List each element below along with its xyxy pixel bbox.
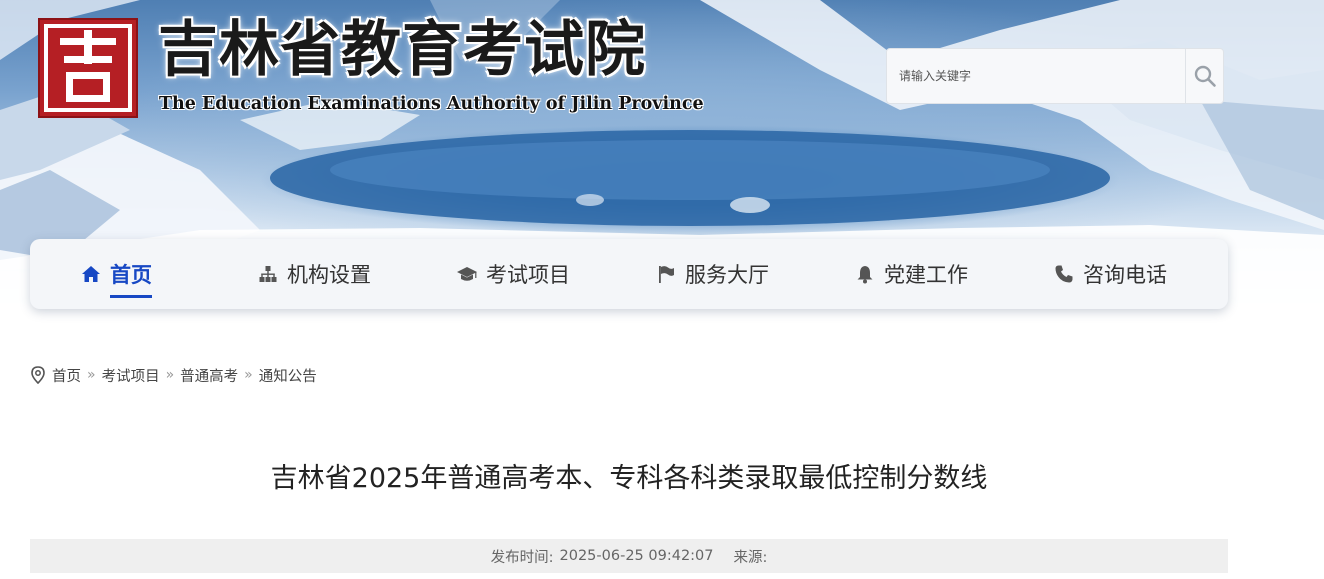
site-subtitle: The Education Examinations Authority of …: [159, 94, 704, 114]
breadcrumb-home[interactable]: 首页: [52, 365, 81, 386]
nav-item-label: 机构设置: [287, 263, 371, 287]
nav-item-organization[interactable]: 机构设置: [257, 239, 371, 309]
nav-item-party-building[interactable]: 党建工作: [854, 239, 968, 309]
logo-seal-icon: [44, 24, 132, 112]
breadcrumb-separator: »: [244, 367, 253, 383]
search-button[interactable]: [1185, 49, 1223, 103]
home-icon: [80, 263, 102, 285]
breadcrumb-exams[interactable]: 考试项目: [102, 365, 160, 386]
location-pin-icon: [30, 366, 46, 384]
nav-item-hotline[interactable]: 咨询电话: [1053, 239, 1167, 309]
logo-seal[interactable]: [38, 18, 138, 118]
phone-icon: [1053, 263, 1075, 285]
bell-icon: [854, 263, 876, 285]
nav-item-label: 咨询电话: [1083, 263, 1167, 287]
sitemap-icon: [257, 263, 279, 285]
nav-item-label: 考试项目: [486, 263, 570, 287]
publish-time: 2025-06-25 09:42:07: [559, 548, 714, 564]
breadcrumb-notices[interactable]: 通知公告: [259, 365, 317, 386]
article-meta: 发布时间: 2025-06-25 09:42:07 来源:: [30, 539, 1228, 573]
nav-item-label: 党建工作: [884, 263, 968, 287]
nav-item-service-hall[interactable]: 服务大厅: [655, 239, 769, 309]
breadcrumb: 首页 » 考试项目 » 普通高考 » 通知公告: [30, 364, 317, 386]
graduation-cap-icon: [456, 263, 478, 285]
nav-item-exams[interactable]: 考试项目: [456, 239, 570, 309]
flag-icon: [655, 263, 677, 285]
search-icon: [1194, 65, 1216, 87]
nav-item-label: 服务大厅: [685, 263, 769, 287]
source-label: 来源:: [733, 549, 768, 566]
main-nav: 首页 机构设置 考试项目 服务大厅 党建工作 咨询电话: [30, 239, 1228, 309]
article-title: 吉林省2025年普通高考本、专科各科类录取最低控制分数线: [270, 463, 988, 494]
breadcrumb-gaokao[interactable]: 普通高考: [180, 365, 238, 386]
breadcrumb-separator: »: [87, 367, 96, 383]
breadcrumb-separator: »: [165, 367, 175, 383]
publish-label: 发布时间:: [490, 549, 554, 566]
nav-item-label: 首页: [110, 259, 152, 298]
search-input[interactable]: [887, 49, 1185, 103]
nav-item-home[interactable]: 首页: [80, 239, 152, 309]
site-title[interactable]: 吉林省教育考试院: [158, 14, 646, 86]
search-box: [886, 48, 1224, 104]
